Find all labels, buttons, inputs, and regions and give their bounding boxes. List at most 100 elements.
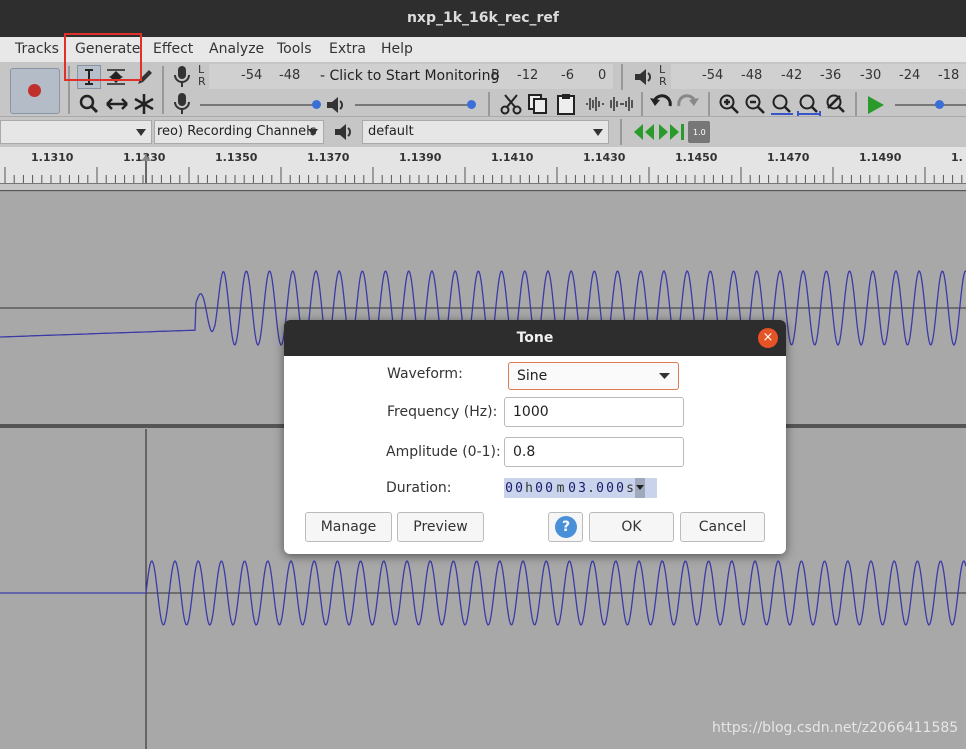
copy-icon[interactable] bbox=[526, 92, 550, 116]
play-at-speed-icon[interactable] bbox=[864, 94, 886, 116]
duration-digit[interactable]: 0 bbox=[567, 481, 577, 496]
dropdown-arrow-icon bbox=[593, 129, 603, 136]
slider-thumb[interactable] bbox=[467, 100, 476, 109]
ruler-tick-label: 1.1370 bbox=[307, 151, 350, 164]
waveform-value: Sine bbox=[517, 368, 548, 384]
duration-unit: m bbox=[556, 480, 565, 496]
recording-channels-select[interactable]: reo) Recording Channels bbox=[154, 120, 324, 144]
play-meter-value: -54 bbox=[702, 68, 724, 83]
play-meter-value: -36 bbox=[820, 68, 842, 83]
toolbar: L R -54 -48 - Click to Start Monitoring … bbox=[0, 62, 966, 118]
help-button[interactable]: ? bbox=[548, 512, 583, 542]
playback-meter[interactable]: -54 -48 -42 -36 -30 -24 -18 bbox=[671, 64, 966, 89]
play-meter-value: -24 bbox=[899, 68, 921, 83]
duration-unit: h bbox=[525, 480, 533, 496]
rec-meter-value: -48 bbox=[279, 68, 301, 83]
waveform-select[interactable]: Sine bbox=[508, 362, 679, 390]
timeshift-tool-button[interactable] bbox=[104, 92, 128, 116]
silence-audio-icon[interactable] bbox=[608, 92, 634, 116]
speaker-icon bbox=[327, 97, 343, 113]
slider-thumb[interactable] bbox=[935, 100, 944, 109]
play-meter-value: -42 bbox=[781, 68, 803, 83]
ruler-tick-label: 1.1350 bbox=[215, 151, 258, 164]
zoom-out-icon[interactable] bbox=[743, 92, 767, 116]
double-arrow-icon bbox=[106, 98, 128, 110]
ruler-tick-label: 1.1390 bbox=[399, 151, 442, 164]
play-meter-right: R bbox=[659, 75, 667, 88]
frequency-input[interactable]: 1000 bbox=[504, 397, 684, 427]
ruler-tick-label: 1.1430 bbox=[583, 151, 626, 164]
duration-digit[interactable]: 0 bbox=[544, 481, 554, 496]
fit-project-icon[interactable] bbox=[796, 92, 822, 118]
recording-volume-slider[interactable] bbox=[200, 100, 321, 109]
playback-volume-slider[interactable] bbox=[355, 100, 476, 109]
duration-digit[interactable]: 0 bbox=[615, 481, 625, 496]
redo-icon[interactable] bbox=[675, 92, 701, 116]
timeline-ruler[interactable]: 1.1310 1.1330 1.1350 1.1370 1.1390 1.141… bbox=[0, 147, 966, 184]
manage-button[interactable]: Manage bbox=[305, 512, 392, 542]
playback-device-value: default bbox=[368, 124, 414, 139]
recording-meter[interactable]: -54 -48 - Click to Start Monitoring B -1… bbox=[209, 64, 613, 89]
rec-meter-value: 0 bbox=[598, 68, 607, 83]
play-head-marker-icon[interactable] bbox=[139, 147, 153, 183]
ruler-tick-label: 1.1490 bbox=[859, 151, 902, 164]
menu-analyze[interactable]: Analyze bbox=[209, 41, 264, 57]
window-title: nxp_1k_16k_rec_ref bbox=[0, 0, 966, 37]
trim-audio-icon[interactable] bbox=[582, 92, 606, 116]
undo-icon[interactable] bbox=[648, 92, 674, 116]
rec-meter-value: -12 bbox=[517, 68, 539, 83]
waveform-label: Waveform: bbox=[387, 366, 463, 382]
duration-digit[interactable]: 0 bbox=[605, 481, 615, 496]
zoom-toggle-icon[interactable] bbox=[823, 92, 849, 118]
skip-start-icon[interactable] bbox=[632, 122, 656, 142]
generate-menu-highlight bbox=[64, 33, 142, 81]
rec-meter-value: B bbox=[491, 68, 500, 83]
menu-tracks[interactable]: Tracks bbox=[15, 41, 59, 57]
zoom-tool-button[interactable] bbox=[77, 92, 101, 116]
speaker-icon bbox=[635, 69, 651, 85]
play-speed-slider[interactable] bbox=[895, 100, 966, 109]
menu-extra[interactable]: Extra bbox=[329, 41, 366, 57]
preview-button[interactable]: Preview bbox=[397, 512, 484, 542]
play-meter-value: -48 bbox=[741, 68, 763, 83]
watermark-text: https://blog.csdn.net/z2066411585 bbox=[712, 720, 959, 736]
menu-bar: Tracks Generate Effect Analyze Tools Ext… bbox=[0, 37, 966, 62]
microphone-icon bbox=[174, 93, 190, 114]
duration-time-control[interactable]: 0 0 h 0 0 m 0 3 . 0 0 0 s bbox=[504, 478, 657, 498]
duration-digit[interactable]: 0 bbox=[595, 481, 605, 496]
fit-selection-icon[interactable] bbox=[769, 92, 795, 118]
zoom-in-icon[interactable] bbox=[717, 92, 741, 116]
duration-digit[interactable]: 3 bbox=[577, 481, 587, 496]
ruler-tick-label: 1.1410 bbox=[491, 151, 534, 164]
ok-button[interactable]: OK bbox=[589, 512, 674, 542]
play-meter-value: -30 bbox=[860, 68, 882, 83]
cut-icon[interactable] bbox=[499, 92, 523, 116]
amplitude-input[interactable]: 0.8 bbox=[504, 437, 684, 467]
help-icon: ? bbox=[555, 516, 577, 538]
rec-meter-right: R bbox=[198, 75, 206, 88]
play-meter-value: -18 bbox=[938, 68, 960, 83]
chevron-down-icon bbox=[659, 373, 670, 379]
duration-digit[interactable]: 0 bbox=[504, 481, 514, 496]
asterisk-icon bbox=[134, 94, 154, 114]
cancel-button[interactable]: Cancel bbox=[680, 512, 765, 542]
slider-thumb[interactable] bbox=[312, 100, 321, 109]
duration-format-dropdown-icon[interactable] bbox=[635, 478, 645, 498]
close-icon[interactable]: × bbox=[758, 328, 778, 348]
frequency-label: Frequency (Hz): bbox=[387, 404, 498, 420]
menu-effect[interactable]: Effect bbox=[153, 41, 193, 57]
record-button[interactable] bbox=[10, 68, 60, 114]
playback-device-select[interactable]: default bbox=[362, 120, 609, 144]
multi-tool-button[interactable] bbox=[132, 92, 156, 116]
paste-icon[interactable] bbox=[554, 92, 578, 116]
duration-digit[interactable]: 0 bbox=[534, 481, 544, 496]
transcription-toolbar-button[interactable]: 1.0 bbox=[688, 121, 710, 143]
menu-help[interactable]: Help bbox=[381, 41, 413, 57]
recording-device-select[interactable] bbox=[0, 120, 152, 144]
ruler-tick-label: 1.1470 bbox=[767, 151, 810, 164]
skip-end-icon[interactable] bbox=[657, 122, 687, 142]
duration-digit[interactable]: 0 bbox=[514, 481, 524, 496]
menu-tools[interactable]: Tools bbox=[277, 41, 312, 57]
speaker-icon bbox=[335, 124, 351, 140]
dialog-title: Tone bbox=[284, 320, 786, 356]
